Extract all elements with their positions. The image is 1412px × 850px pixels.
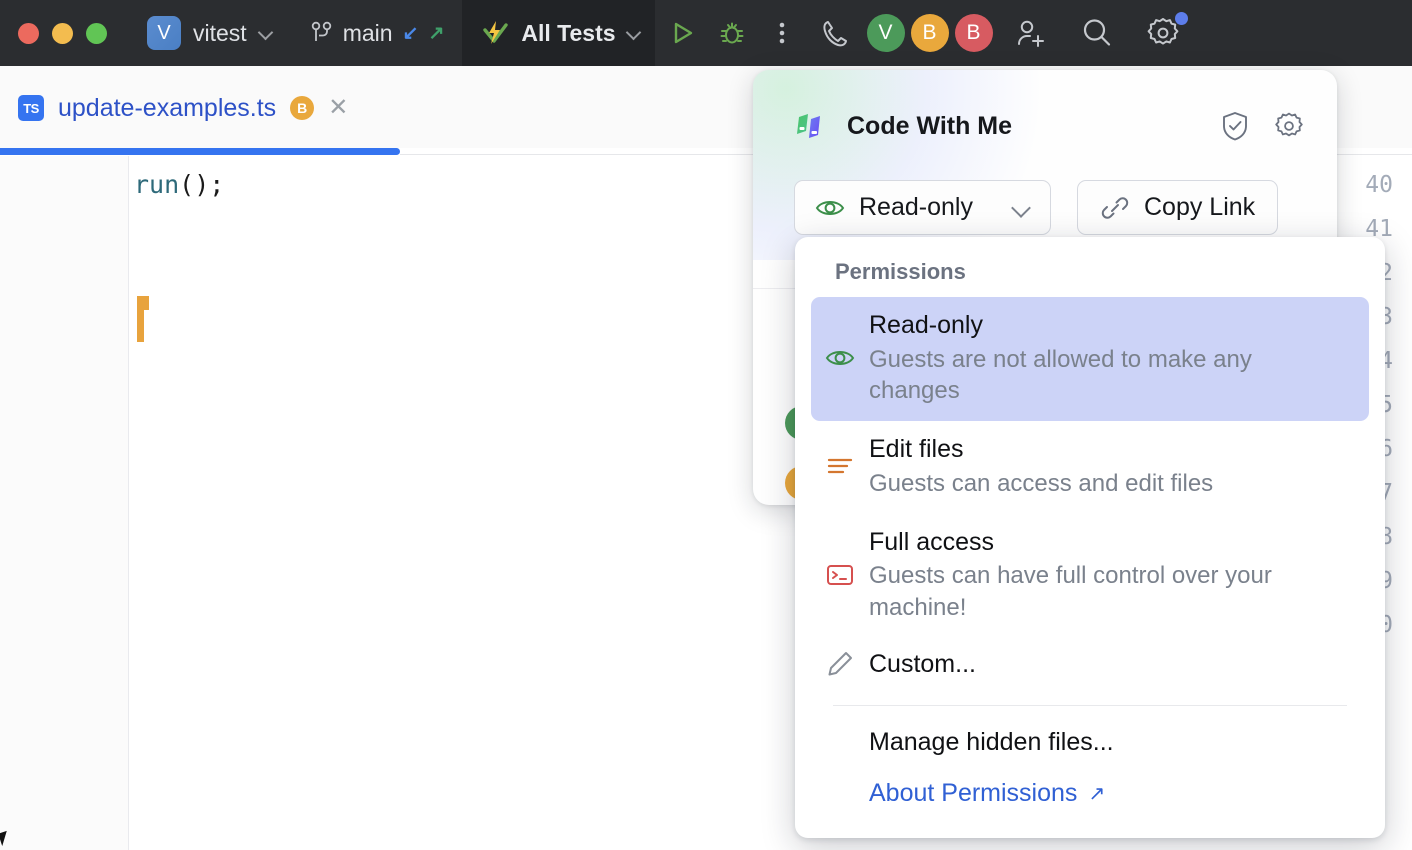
- eye-icon: [811, 347, 869, 369]
- project-selector[interactable]: V vitest: [147, 16, 273, 50]
- menu-item-edit-files[interactable]: Edit files Guests can access and edit fi…: [811, 421, 1369, 513]
- run-config-icon: [480, 18, 510, 48]
- code-token-function: run: [134, 170, 179, 199]
- settings-button[interactable]: [1137, 10, 1189, 56]
- minimize-window-button[interactable]: [52, 23, 73, 44]
- eye-icon: [815, 197, 845, 219]
- copy-link-button[interactable]: Copy Link: [1077, 180, 1278, 235]
- code-line[interactable]: run();: [134, 170, 224, 199]
- menu-item-manage-hidden-files[interactable]: Manage hidden files...: [811, 716, 1369, 769]
- tab-author-badge: B: [290, 96, 314, 120]
- branch-name: main: [343, 20, 393, 47]
- chevron-down-icon: [259, 26, 273, 40]
- avatar-initial: B: [967, 21, 981, 45]
- menu-item-title: Full access: [869, 526, 1341, 559]
- line-number: 40: [1365, 172, 1393, 198]
- about-permissions-label: About Permissions: [869, 779, 1077, 808]
- avatar[interactable]: B: [955, 14, 993, 52]
- zoom-window-button[interactable]: [86, 23, 107, 44]
- panel-controls-row: Read-only Copy Link: [794, 180, 1278, 235]
- phone-icon: [819, 17, 851, 49]
- incoming-changes-icon: ↙: [403, 22, 419, 45]
- settings-notification-badge: [1175, 12, 1188, 25]
- project-icon: V: [147, 16, 181, 50]
- menu-item-read-only[interactable]: Read-only Guests are not allowed to make…: [811, 297, 1369, 421]
- editor-gutter[interactable]: [0, 156, 128, 850]
- menu-item-title: Custom...: [869, 648, 1341, 681]
- branch-selector[interactable]: main ↙ ↗: [311, 20, 445, 47]
- avatar-initial: B: [923, 21, 937, 45]
- menu-section-header: Permissions: [811, 259, 1369, 285]
- permission-dropdown-button[interactable]: Read-only: [794, 180, 1051, 235]
- terminal-icon: [811, 562, 869, 588]
- typescript-file-icon: TS: [18, 95, 44, 121]
- chevron-down-icon: [1012, 199, 1030, 217]
- search-button[interactable]: [1071, 10, 1123, 56]
- more-actions-button[interactable]: [759, 10, 805, 56]
- gear-icon[interactable]: [1273, 110, 1305, 142]
- menu-item-title: Read-only: [869, 309, 1341, 342]
- editor-tab-title: update-examples.ts: [58, 94, 276, 123]
- menu-item-title: Edit files: [869, 433, 1341, 466]
- branch-icon: [311, 20, 333, 46]
- active-tab-indicator: [0, 148, 400, 155]
- pencil-icon: [811, 649, 869, 679]
- menu-item-full-access[interactable]: Full access Guests can have full control…: [811, 514, 1369, 638]
- run-configuration-selector[interactable]: All Tests: [462, 0, 654, 66]
- close-window-button[interactable]: [18, 23, 39, 44]
- edit-lines-icon: [811, 454, 869, 480]
- run-config-label: All Tests: [521, 20, 615, 47]
- invite-user-button[interactable]: [1005, 10, 1057, 56]
- panel-title: Code With Me: [847, 112, 1012, 141]
- avatar-initial: V: [879, 21, 893, 45]
- code-token-punctuation: ();: [179, 170, 224, 199]
- copy-link-label: Copy Link: [1144, 193, 1255, 222]
- add-user-icon: [1014, 17, 1048, 49]
- main-toolbar: V vitest main ↙ ↗ All Tests: [0, 0, 1412, 66]
- collaborator-caret: [137, 296, 144, 342]
- avatar[interactable]: V: [867, 14, 905, 52]
- run-button[interactable]: [659, 10, 705, 56]
- gutter-separator: [128, 156, 129, 850]
- menu-item-custom[interactable]: Custom...: [811, 638, 1369, 691]
- debug-button[interactable]: [709, 10, 755, 56]
- menu-item-description: Guests can have full control over your m…: [869, 560, 1341, 624]
- chevron-down-icon: [627, 26, 641, 40]
- permission-dropdown-label: Read-only: [859, 193, 973, 222]
- avatar[interactable]: B: [911, 14, 949, 52]
- permissions-dropdown-menu: Permissions Read-only Guests are not all…: [795, 237, 1385, 838]
- editor-tab[interactable]: TS update-examples.ts B ✕: [18, 86, 348, 130]
- play-icon: [667, 18, 697, 48]
- panel-header: Code With Me: [793, 108, 1012, 144]
- kebab-menu-icon: [778, 18, 786, 48]
- menu-item-about-permissions[interactable]: About Permissions ↗: [811, 769, 1369, 818]
- shield-check-icon[interactable]: [1219, 110, 1251, 142]
- close-icon[interactable]: ✕: [328, 96, 348, 120]
- link-icon: [1100, 193, 1130, 223]
- call-button[interactable]: [809, 10, 861, 56]
- outgoing-changes-icon: ↗: [428, 22, 444, 45]
- code-with-me-logo-icon: [793, 108, 829, 144]
- bug-icon: [717, 18, 747, 48]
- panel-action-icons: [1219, 110, 1305, 142]
- project-name: vitest: [193, 20, 247, 47]
- menu-divider: [833, 705, 1347, 706]
- menu-item-description: Guests can access and edit files: [869, 468, 1341, 500]
- external-link-icon: ↗: [1088, 781, 1105, 806]
- search-icon: [1080, 16, 1114, 50]
- menu-item-description: Guests are not allowed to make any chang…: [869, 344, 1341, 408]
- window-controls: [0, 23, 107, 44]
